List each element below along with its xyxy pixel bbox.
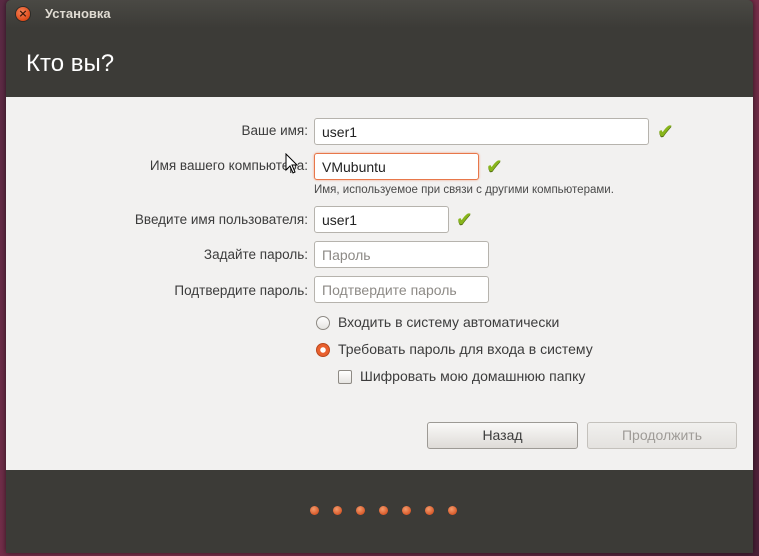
progress-dot (310, 506, 319, 515)
require-password-label: Требовать пароль для входа в систему (338, 341, 593, 357)
footer (6, 470, 753, 553)
encrypt-home-option[interactable]: Шифровать мою домашнюю папку (338, 368, 585, 384)
encrypt-home-label: Шифровать мою домашнюю папку (360, 368, 586, 384)
progress-dot (379, 506, 388, 515)
page-title: Кто вы? (26, 50, 115, 77)
checkmark-icon: ✔ (456, 207, 473, 231)
mouse-cursor-icon (285, 153, 299, 174)
auto-login-label: Входить в систему автоматически (338, 314, 560, 330)
confirm-password-label: Подтвердите пароль: (174, 283, 308, 298)
username-field[interactable] (314, 206, 449, 233)
checkmark-icon: ✔ (657, 119, 674, 143)
auto-login-option[interactable]: Входить в систему автоматически (316, 314, 559, 330)
password-label: Задайте пароль: (203, 247, 308, 262)
back-button[interactable]: Назад (427, 422, 578, 449)
password-field[interactable] (314, 241, 489, 268)
require-password-radio[interactable] (316, 343, 330, 357)
form-panel: Ваше имя: ✔ Имя вашего компьютера: ✔ Имя… (6, 97, 753, 470)
checkmark-icon: ✔ (486, 154, 503, 178)
require-password-option[interactable]: Требовать пароль для входа в систему (316, 341, 593, 357)
computer-name-field[interactable] (314, 153, 479, 180)
progress-dot (333, 506, 342, 515)
name-field[interactable] (314, 118, 649, 145)
confirm-password-field[interactable] (314, 276, 489, 303)
progress-dot (356, 506, 365, 515)
progress-dot (425, 506, 434, 515)
title-bar: × Установка (6, 0, 753, 28)
installer-window: × Установка Кто вы? Ваше имя: ✔ Имя ваше… (6, 0, 753, 553)
username-label: Введите имя пользователя: (134, 212, 308, 227)
auto-login-radio[interactable] (316, 316, 330, 330)
window-title: Установка (45, 6, 111, 21)
encrypt-home-checkbox[interactable] (338, 370, 352, 384)
progress-dot (448, 506, 457, 515)
close-icon[interactable]: × (16, 7, 30, 21)
computer-name-hint: Имя, используемое при связи с другими ко… (314, 184, 614, 196)
continue-button[interactable]: Продолжить (587, 422, 737, 449)
progress-dot (402, 506, 411, 515)
name-label: Ваше имя: (241, 123, 309, 138)
